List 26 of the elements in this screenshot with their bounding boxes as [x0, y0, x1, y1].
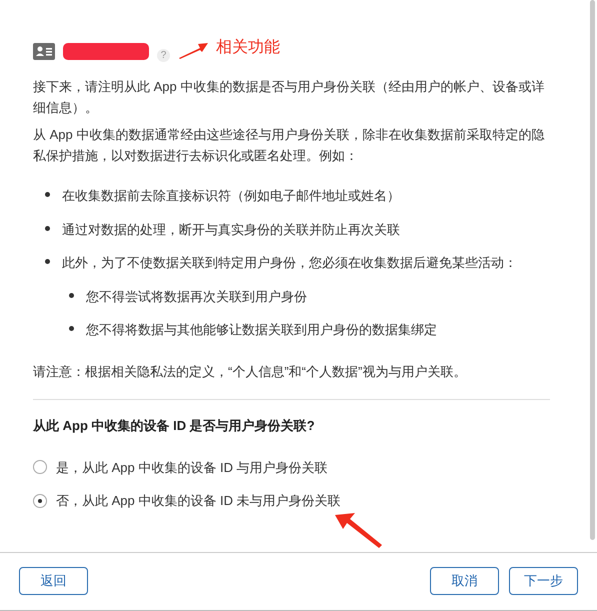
back-button[interactable]: 返回	[19, 566, 88, 594]
radio-option[interactable]: 是，从此 App 中收集的设备 ID 与用户身份关联	[33, 458, 550, 477]
note-paragraph: 请注意：根据相关隐私法的定义，“个人信息”和“个人数据”视为与用户关联。	[33, 362, 468, 380]
cancel-button[interactable]: 取消	[430, 566, 499, 594]
annotation-label: 相关功能	[216, 38, 280, 58]
contact-card-icon	[33, 42, 55, 60]
next-button[interactable]: 下一步	[509, 566, 578, 594]
annotation-arrow	[178, 42, 208, 60]
radio-button[interactable]	[33, 460, 47, 474]
radio-option[interactable]: 否，从此 App 中收集的设备 ID 未与用户身份关联	[33, 491, 550, 510]
list-item-text: 在收集数据前去除直接标识符（例如电子邮件地址或姓名）	[62, 187, 400, 205]
radio-button[interactable]	[33, 494, 47, 508]
list-item-text: 您不得将数据与其他能够让数据关联到用户身份的数据集绑定	[86, 321, 437, 339]
list-item-text: 您不得尝试将数据再次关联到用户身份	[86, 288, 307, 306]
intro-paragraph: 接下来，请注明从此 App 中收集的数据是否与用户身份关联（经由用户的帐户、设备或详细信息）。	[33, 78, 546, 117]
list-item-text: 此外，为了不使数据关联到特定用户身份，您必须在收集数据后避免某些活动：	[62, 254, 517, 272]
bullet-icon	[69, 292, 74, 298]
explanation-paragraph: 从 App 中收集的数据通常经由这些途径与用户身份关联，除非在收集数据前采取特定的隐私保护措施，以对数据进行去标识化或匿名处理。例如：	[33, 126, 546, 165]
question-label: 从此 App 中收集的设备 ID 是否与用户身份关联?	[33, 417, 316, 435]
annotation-arrow	[335, 513, 383, 549]
scrollbar[interactable]	[590, 0, 595, 540]
bullet-icon	[69, 326, 74, 331]
bullet-icon	[45, 259, 50, 264]
bullet-icon	[45, 192, 50, 197]
bullet-icon	[45, 226, 50, 230]
list-item-text: 通过对数据的处理，断开与真实身份的关联并防止再次关联	[62, 220, 400, 238]
